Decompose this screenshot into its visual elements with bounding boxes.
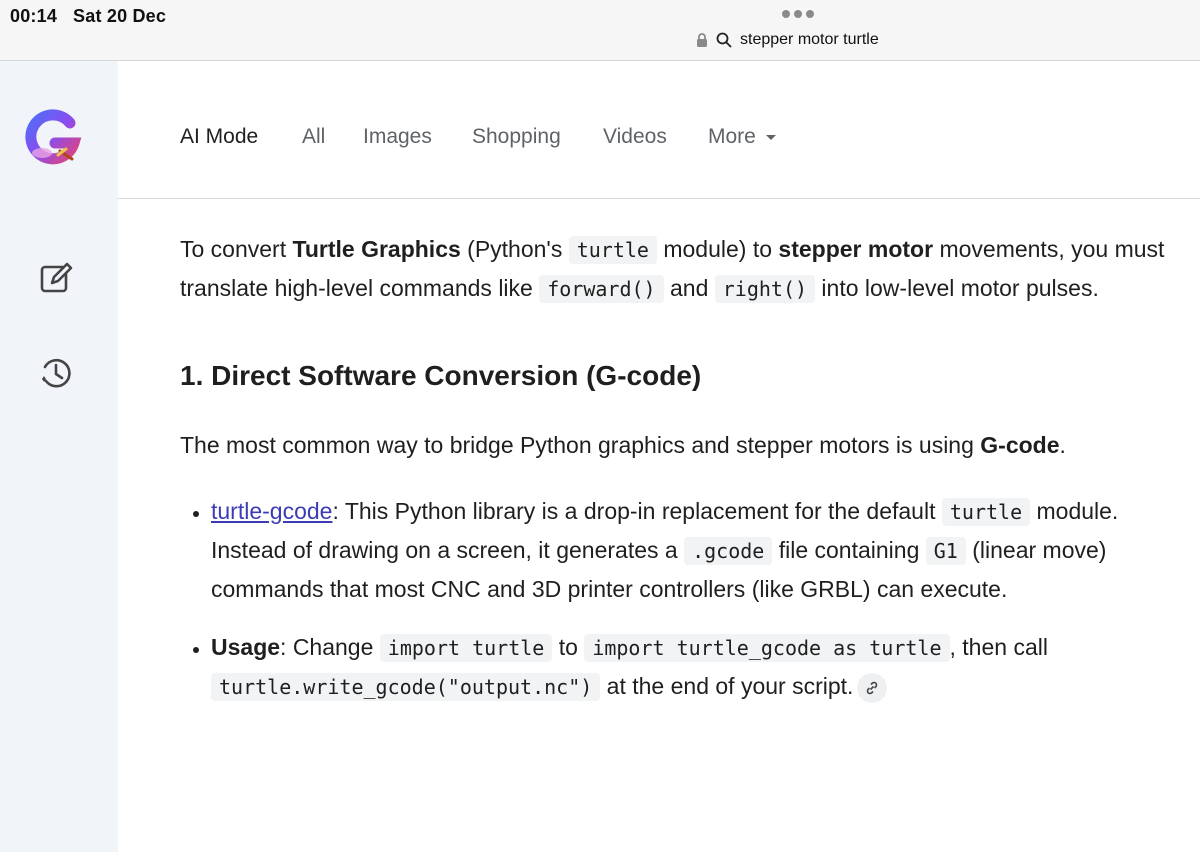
date: Sat 20 Dec — [73, 6, 167, 26]
sidebar — [0, 61, 118, 852]
google-g-logo[interactable] — [22, 107, 86, 171]
tab-more-label: More — [708, 125, 756, 148]
history-icon[interactable] — [36, 353, 76, 393]
inline-code: import turtle — [379, 634, 553, 662]
address-bar[interactable]: stepper motor turtle — [696, 31, 879, 49]
inline-code: turtle — [941, 498, 1031, 526]
more-dots-icon[interactable] — [782, 10, 814, 18]
new-chat-icon[interactable] — [36, 259, 76, 299]
intro-paragraph: To convert Turtle Graphics (Python's tur… — [180, 236, 1165, 303]
bold-text: Usage — [211, 634, 281, 660]
tab-shopping[interactable]: Shopping — [472, 125, 561, 149]
bullet-list: turtle-gcode: This Python library is a d… — [180, 492, 1170, 706]
source-link-icon[interactable] — [857, 672, 888, 703]
inline-code: import turtle_gcode as turtle — [584, 634, 950, 662]
inline-code: G1 — [925, 537, 966, 565]
inline-code: right() — [714, 275, 816, 303]
tab-videos[interactable]: Videos — [603, 125, 667, 149]
list-item: turtle-gcode: This Python library is a d… — [211, 492, 1170, 608]
inline-code: turtle.write_gcode("output.nc") — [211, 673, 601, 701]
chevron-down-icon — [765, 134, 776, 140]
section-paragraph: The most common way to bridge Python gra… — [180, 432, 1066, 458]
bold-text: G-code — [980, 432, 1060, 458]
status-bar: 00:14 Sat 20 Dec stepper motor turtle — [0, 0, 1200, 61]
tab-more[interactable]: More — [708, 125, 776, 149]
inline-code: forward() — [539, 275, 664, 303]
inline-code: turtle — [568, 236, 657, 264]
url-text: stepper motor turtle — [740, 31, 879, 48]
bold-text: Turtle Graphics — [292, 236, 461, 262]
search-icon — [716, 32, 732, 48]
bold-text: stepper motor — [778, 236, 934, 262]
list-item: Usage: Change import turtle to import tu… — [211, 628, 1170, 706]
tab-all[interactable]: All — [302, 125, 325, 149]
tab-images[interactable]: Images — [363, 125, 432, 149]
status-time: 00:14 Sat 20 Dec — [10, 6, 182, 27]
inline-code: .gcode — [684, 537, 773, 565]
turtle-gcode-link[interactable]: turtle-gcode — [211, 498, 332, 524]
clock: 00:14 — [10, 6, 58, 26]
tab-ai-mode[interactable]: AI Mode — [180, 125, 258, 149]
search-tabs: AI Mode All Images Shopping Videos More — [118, 61, 1200, 199]
section-heading: 1. Direct Software Conversion (G-code) — [180, 360, 702, 391]
ai-answer: To convert Turtle Graphics (Python's tur… — [180, 230, 1170, 726]
lock-icon — [697, 33, 707, 47]
